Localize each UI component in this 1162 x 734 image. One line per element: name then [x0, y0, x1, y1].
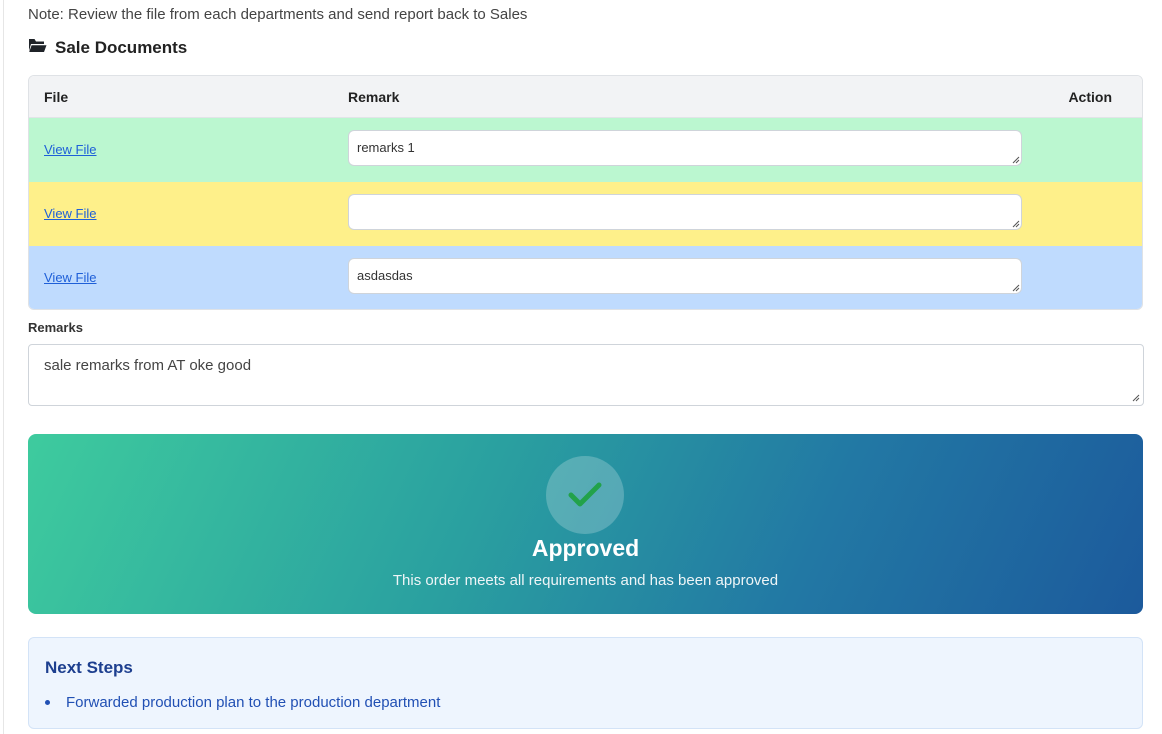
- section-title: Sale Documents: [28, 37, 187, 58]
- resize-handle-icon[interactable]: [1132, 394, 1140, 402]
- header-file: File: [44, 89, 69, 105]
- section-title-text: Sale Documents: [55, 37, 188, 57]
- bullet-icon: [45, 700, 50, 705]
- table-header: File Remark Action: [29, 76, 1142, 118]
- check-badge: [546, 456, 624, 534]
- next-steps-panel: Next Steps Forwarded production plan to …: [28, 637, 1143, 729]
- list-item: Forwarded production plan to the product…: [45, 694, 440, 711]
- page: Note: Review the file from each departme…: [3, 0, 1162, 734]
- table-row: View File remarks 1: [29, 118, 1142, 182]
- approved-banner: Approved This order meets all requiremen…: [28, 434, 1143, 614]
- table-row: View File asdasdas: [29, 246, 1142, 309]
- next-step-text: Forwarded production plan to the product…: [66, 694, 441, 711]
- review-note: Note: Review the file from each departme…: [28, 6, 528, 23]
- remark-input[interactable]: asdasdas: [348, 258, 1022, 294]
- folder-open-icon: [28, 37, 47, 58]
- header-action: Action: [1068, 89, 1112, 105]
- remark-input[interactable]: [348, 194, 1022, 230]
- resize-handle-icon[interactable]: [1012, 220, 1020, 228]
- resize-handle-icon[interactable]: [1012, 156, 1020, 164]
- next-steps-title: Next Steps: [45, 658, 133, 677]
- resize-handle-icon[interactable]: [1012, 284, 1020, 292]
- documents-table: File Remark Action View File remarks 1 V…: [28, 75, 1143, 310]
- remarks-label: Remarks: [28, 320, 83, 335]
- table-row: View File: [29, 182, 1142, 246]
- header-remark: Remark: [348, 89, 400, 105]
- check-icon: [568, 482, 602, 507]
- status-title: Approved: [531, 535, 640, 561]
- remark-input[interactable]: remarks 1: [348, 130, 1022, 166]
- view-file-link[interactable]: View File: [44, 270, 97, 285]
- remarks-textarea[interactable]: sale remarks from AT oke good: [28, 344, 1144, 406]
- view-file-link[interactable]: View File: [44, 142, 97, 157]
- status-message: This order meets all requirements and ha…: [392, 572, 779, 589]
- view-file-link[interactable]: View File: [44, 206, 97, 221]
